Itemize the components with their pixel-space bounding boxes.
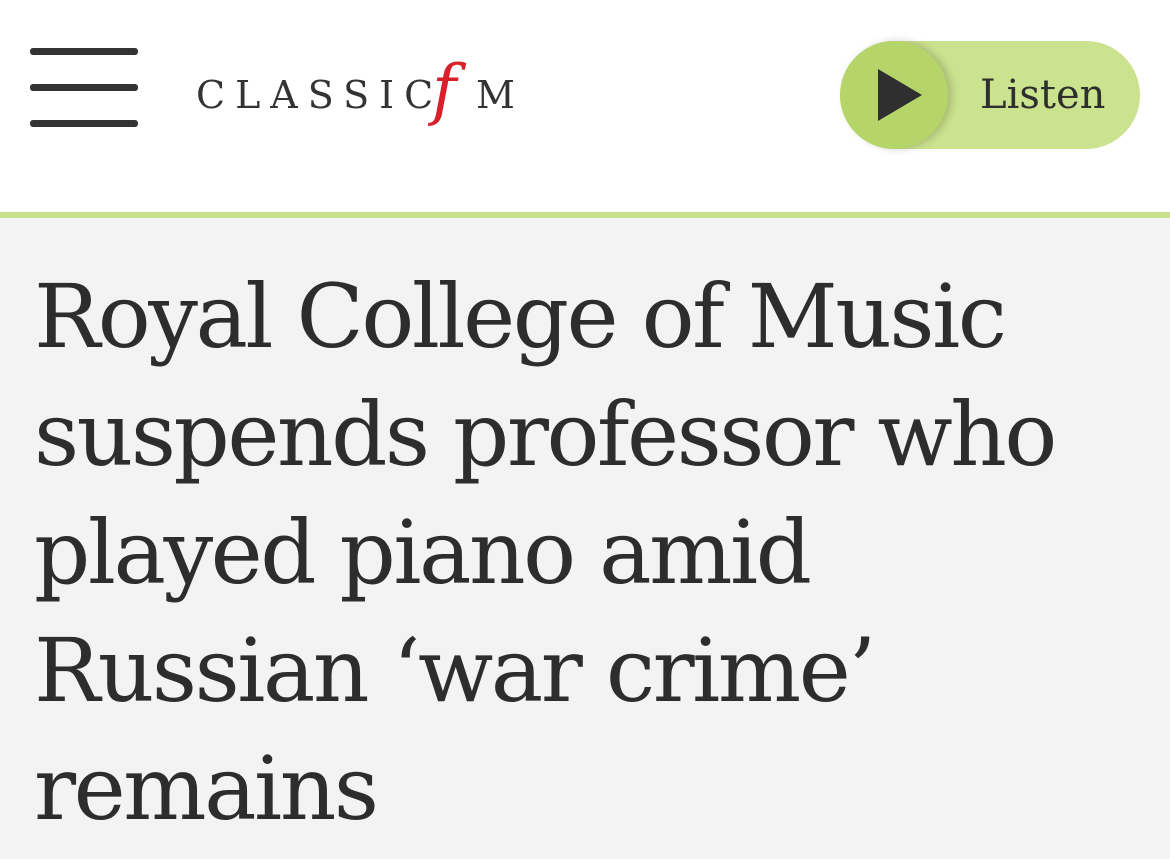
logo-text-f: f	[432, 51, 457, 128]
menu-bar-middle	[30, 84, 138, 91]
classic-fm-logo[interactable]: CLASSIC f M	[196, 51, 536, 136]
page: CLASSIC f M Listen Royal College of Musi…	[0, 0, 1170, 859]
play-button[interactable]	[840, 41, 948, 149]
article-headline: Royal College of Music suspends professo…	[34, 265, 1057, 840]
menu-bar-top	[30, 48, 138, 55]
menu-bar-bottom	[30, 120, 138, 127]
hamburger-menu-icon[interactable]	[30, 48, 138, 130]
site-header: CLASSIC f M Listen	[0, 0, 1170, 218]
listen-button[interactable]: Listen	[840, 41, 1140, 149]
listen-label: Listen	[980, 72, 1106, 118]
logo-text-classic: CLASSIC	[196, 73, 444, 117]
article-section: Royal College of Music suspends professo…	[0, 218, 1170, 859]
play-icon	[878, 69, 922, 121]
logo-text-m: M	[476, 73, 515, 117]
